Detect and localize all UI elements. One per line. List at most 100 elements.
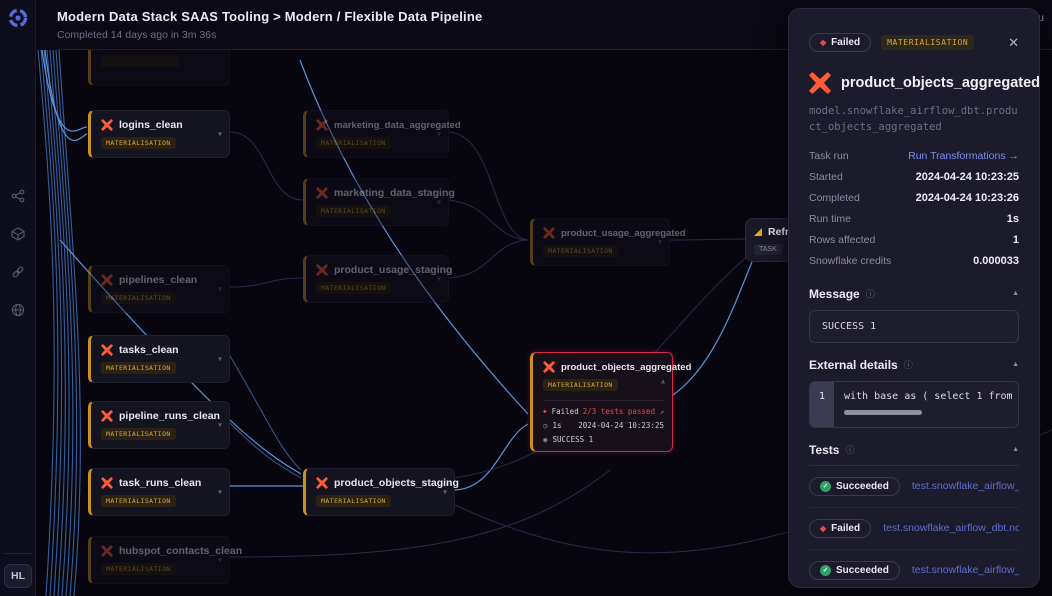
collapse-icon[interactable]: ▲ <box>1012 361 1019 368</box>
node-label: pipeline_runs_clean <box>119 410 220 422</box>
message-section: Message ⓘ ▲ SUCCESS 1 <box>809 287 1019 343</box>
materialisation-badge: MATERIALISATION <box>881 35 974 50</box>
chevron-down-icon[interactable]: ▾ <box>218 421 222 430</box>
dbt-icon <box>809 72 831 94</box>
breadcrumb: Modern Data Stack SAAS Tooling > Modern … <box>57 9 482 24</box>
node-tasks-clean[interactable]: tasks_clean MATERIALISATION ▾ <box>88 335 230 383</box>
detail-row-snowflake-credits: Snowflake credits 0.000033 <box>809 251 1019 272</box>
app-sidebar: HL <box>0 0 36 596</box>
dbt-icon <box>316 187 328 199</box>
task-chip: TASK <box>754 244 782 255</box>
chevron-down-icon[interactable]: ▾ <box>437 198 441 207</box>
materialisation-badge: MATERIALISATION <box>316 137 391 149</box>
node-hubspot-contacts-clean[interactable]: hubspot_contacts_clean MATERIALISATION ▾ <box>88 536 230 584</box>
node-marketing-data-aggregated[interactable]: marketing_data_aggregated MATERIALISATIO… <box>303 110 449 158</box>
test-row: ✓ Succeeded test.snowflake_airflow_dbt.n… <box>809 550 1019 588</box>
dbt-icon <box>101 344 113 356</box>
node-product-objects-staging[interactable]: product_objects_staging MATERIALISATION … <box>303 468 455 516</box>
detail-row-started: Started 2024-04-24 10:23:25 <box>809 167 1019 188</box>
chevron-down-icon[interactable]: ▾ <box>437 130 441 139</box>
test-status-badge: ✓ Succeeded <box>809 561 900 580</box>
dbt-icon <box>543 227 555 239</box>
timestamp-value: 2024-04-24 10:23:25 <box>578 421 664 430</box>
test-link[interactable]: test.snowflake_airflow_dbt.not_null_pr <box>912 564 1019 576</box>
cube-icon[interactable] <box>11 227 25 241</box>
info-icon: ⓘ <box>904 358 913 371</box>
test-row: ◆ Failed test.snowflake_airflow_dbt.not_… <box>809 508 1019 550</box>
succeeded-check-icon: ✓ <box>820 481 831 492</box>
collapse-icon[interactable]: ▲ <box>1012 446 1019 453</box>
lineage-graph-icon[interactable] <box>11 189 25 203</box>
chevron-down-icon[interactable]: ▾ <box>218 355 222 364</box>
user-avatar[interactable]: HL <box>4 564 32 588</box>
chevron-down-icon[interactable]: ▾ <box>437 275 441 284</box>
dbt-icon <box>101 477 113 489</box>
node-logins-clean[interactable]: logins_clean MATERIALISATION ▾ <box>88 110 230 158</box>
node-label: product_objects_staging <box>334 477 459 489</box>
dbt-icon <box>101 545 113 557</box>
close-icon[interactable]: ✕ <box>1008 35 1019 51</box>
materialisation-badge: MATERIALISATION <box>101 292 176 304</box>
status-circle-icon: ◉ <box>543 435 548 444</box>
chevron-down-icon[interactable]: ▾ <box>218 285 222 294</box>
test-status-badge: ✓ Succeeded <box>809 477 900 496</box>
detail-row-completed: Completed 2024-04-24 10:23:26 <box>809 188 1019 209</box>
succeeded-check-icon: ✓ <box>820 565 831 576</box>
message-row: ◉ SUCCESS 1 <box>543 435 664 444</box>
chevron-up-icon[interactable]: ▴ <box>661 377 665 386</box>
collapse-icon[interactable]: ▲ <box>1012 290 1019 297</box>
run-transformations-link[interactable]: Run Transformations → <box>908 150 1019 162</box>
external-details-section: External details ⓘ ▲ 1 with base as ( se… <box>809 358 1019 428</box>
panel-title: product_objects_aggregated <box>841 75 1040 91</box>
app-logo-icon[interactable] <box>7 7 29 29</box>
tests-section: Tests ⓘ ▲ ✓ Succeeded test.snowflake_air… <box>809 443 1019 588</box>
failed-diamond-icon: ◆ <box>820 38 826 47</box>
chevron-down-icon[interactable]: ▾ <box>218 488 222 497</box>
test-link[interactable]: test.snowflake_airflow_dbt.not_null_pr <box>883 522 1019 534</box>
node-label: product_usage_staging <box>334 264 452 276</box>
node-label: product_usage_aggregated <box>561 228 686 239</box>
test-status-badge: ◆ Failed <box>809 519 871 538</box>
message-value: SUCCESS 1 <box>553 435 594 444</box>
node-task-runs-clean[interactable]: task_runs_clean MATERIALISATION ▾ <box>88 468 230 516</box>
dbt-icon <box>101 274 113 286</box>
dbt-icon <box>316 119 328 131</box>
divider <box>4 553 32 554</box>
chevron-down-icon[interactable]: ▾ <box>443 488 447 497</box>
node-label: logins_clean <box>119 119 183 131</box>
dbt-icon <box>543 361 555 373</box>
model-path: model.snowflake_airflow_dbt.product_obje… <box>809 103 1019 136</box>
run-summary: Completed 14 days ago in 3m 36s <box>57 29 216 41</box>
materialisation-badge: MATERIALISATION <box>101 495 176 507</box>
node-marketing-data-staging[interactable]: marketing_data_staging MATERIALISATION ▾ <box>303 178 449 226</box>
status-row: ◆ Failed 2/3 tests passed ↗ <box>543 407 664 416</box>
detail-row-rows-affected: Rows affected 1 <box>809 230 1019 251</box>
status-text: Failed <box>552 407 579 416</box>
test-link[interactable]: test.snowflake_airflow_dbt.unique_pro <box>912 480 1019 492</box>
node-label: task_runs_clean <box>119 477 201 489</box>
chevron-down-icon[interactable]: ▾ <box>658 238 662 247</box>
detail-row-task-run: Task run Run Transformations → <box>809 146 1019 167</box>
clock-icon: ◷ <box>543 421 548 430</box>
materialisation-badge: MATERIALISATION <box>101 563 176 575</box>
dbt-icon <box>101 119 113 131</box>
node-pipeline-runs-clean[interactable]: pipeline_runs_clean MATERIALISATION ▾ <box>88 401 230 449</box>
chevron-down-icon[interactable]: ▾ <box>218 130 222 139</box>
sql-code[interactable]: with base as ( select 1 from SNOWFLAKE <box>834 382 1018 427</box>
chevron-down-icon[interactable]: ▾ <box>218 556 222 565</box>
materialisation-badge: MATERIALISATION <box>101 428 176 440</box>
link-icon[interactable] <box>11 265 25 279</box>
node-pipelines-clean[interactable]: pipelines_clean MATERIALISATION ▾ <box>88 265 230 313</box>
powerbi-icon <box>754 228 762 236</box>
globe-icon[interactable] <box>11 303 25 317</box>
tests-summary-link[interactable]: 2/3 tests passed ↗ <box>583 407 664 416</box>
materialisation-badge: MATERIALISATION <box>316 282 391 294</box>
info-icon: ⓘ <box>866 287 875 300</box>
node-product-usage-staging[interactable]: product_usage_staging MATERIALISATION ▾ <box>303 255 449 303</box>
materialisation-badge: MATERIALISATION <box>543 245 618 257</box>
node-label: tasks_clean <box>119 344 179 356</box>
node-label: marketing_data_aggregated <box>334 120 461 131</box>
node-product-usage-aggregated[interactable]: product_usage_aggregated MATERIALISATION… <box>530 218 670 266</box>
horizontal-scrollbar[interactable] <box>844 410 922 415</box>
node-product-objects-aggregated-selected[interactable]: product_objects_aggregated MATERIALISATI… <box>530 352 673 452</box>
